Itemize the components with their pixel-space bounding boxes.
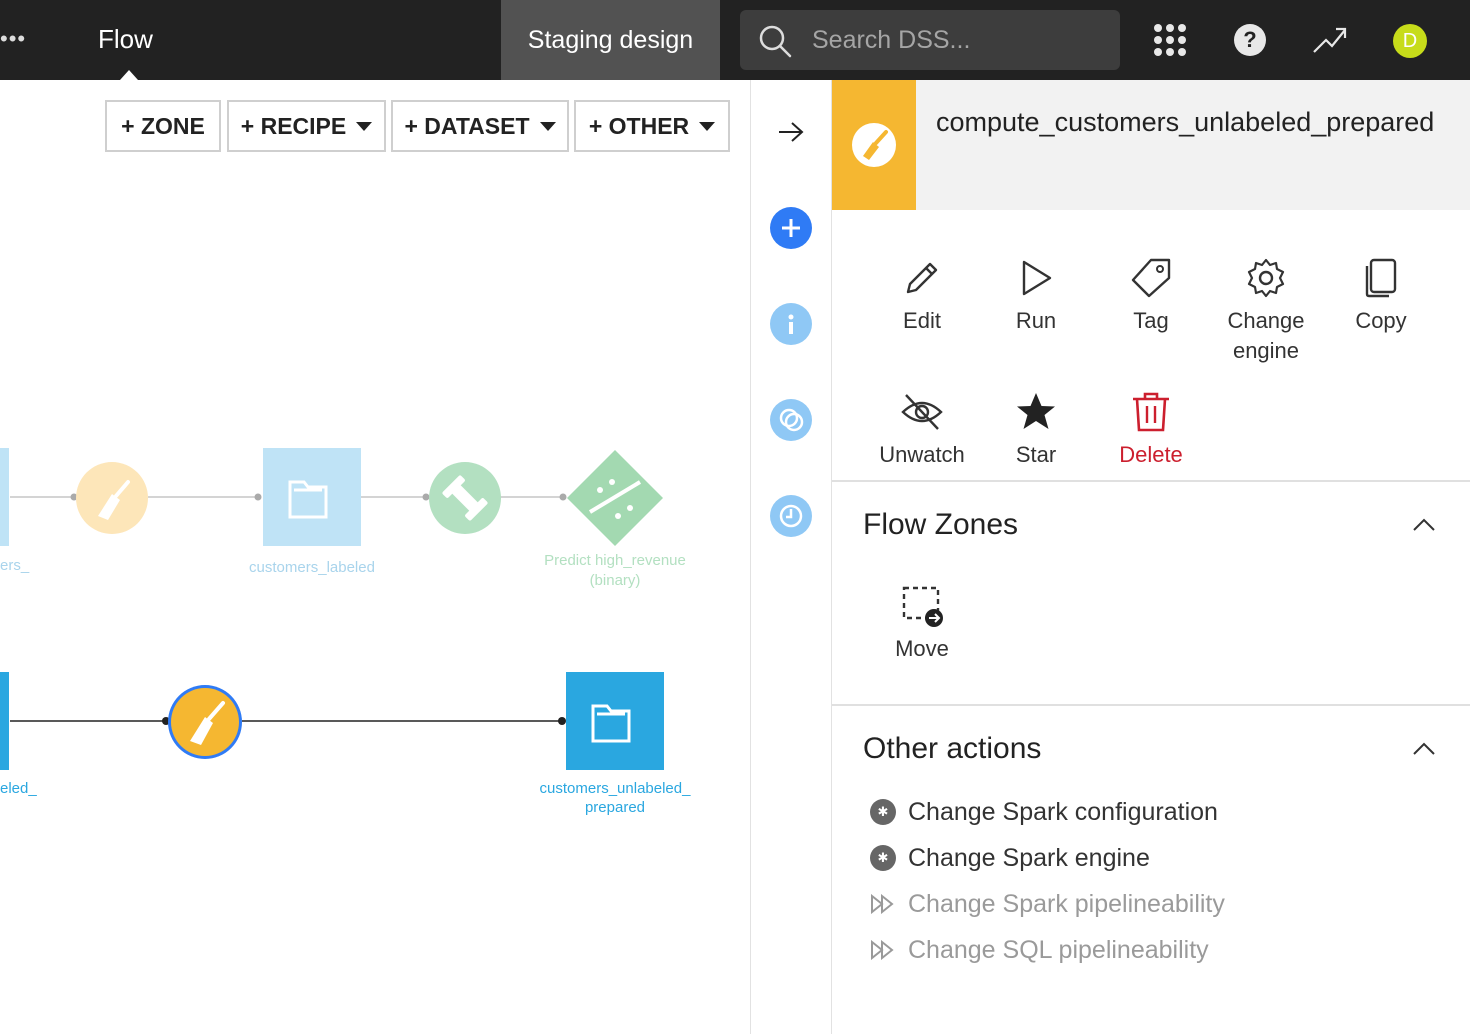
unwatch-action-button[interactable]: Unwatch (867, 390, 977, 470)
eye-off-icon (901, 394, 943, 430)
recipe-type-tile (832, 80, 916, 210)
tag-action-button[interactable]: Tag (1096, 256, 1206, 336)
move-label: Move (895, 636, 949, 661)
user-avatar[interactable]: D (1393, 24, 1427, 58)
change-spark-configuration-label: Change Spark configuration (908, 797, 1218, 826)
help-icon[interactable]: ? (1234, 24, 1266, 56)
flow-canvas[interactable]: + ZONE + RECIPE + DATASET + OTHER ers_ c… (0, 80, 750, 1034)
train-recipe-node[interactable] (429, 462, 501, 534)
trash-icon (1133, 392, 1169, 432)
section-divider (832, 704, 1470, 706)
add-icon[interactable] (770, 207, 812, 249)
change-spark-engine-label: Change Spark engine (908, 843, 1150, 872)
top-navigation-bar: ••• Flow Staging design ? D (0, 0, 1470, 80)
chevron-up-icon[interactable] (1412, 516, 1436, 532)
chevron-up-icon[interactable] (1412, 740, 1436, 756)
recipe-details-panel: compute_customers_unlabeled_prepared Edi… (832, 80, 1470, 1034)
flow-zones-heading: Flow Zones (863, 508, 1019, 541)
apps-grid-icon[interactable] (1153, 23, 1187, 57)
recipe-name-title: compute_customers_unlabeled_prepared (936, 107, 1435, 137)
change-sql-pipelineability-item: Change SQL pipelineability (870, 935, 1209, 965)
change-engine-action-label: Change engine (1227, 308, 1305, 363)
unlabeled-prepared-label-line2: prepared (584, 799, 646, 816)
discussions-icon[interactable] (770, 399, 812, 441)
selected-prepare-recipe-node[interactable] (168, 685, 242, 759)
move-to-zone-icon (902, 586, 943, 627)
star-action-button[interactable]: Star (981, 390, 1091, 470)
change-spark-engine-item[interactable]: ✱ Change Spark engine (870, 843, 1150, 873)
run-action-button[interactable]: Run (981, 256, 1091, 336)
play-icon (1022, 260, 1052, 296)
edit-action-label: Edit (903, 308, 941, 333)
customers-labeled-dataset-node[interactable] (263, 448, 361, 546)
fast-forward-icon (871, 940, 894, 960)
collapse-arrow-icon[interactable] (777, 120, 805, 144)
spark-icon: ✱ (870, 799, 896, 825)
active-tab-indicator (120, 70, 138, 80)
search-input[interactable] (812, 24, 1102, 56)
customers-labeled-label: customers_labeled (249, 559, 375, 576)
delete-action-label: Delete (1119, 442, 1183, 467)
delete-action-button[interactable]: Delete (1096, 390, 1206, 470)
predict-model-label-line1: Predict high_revenue (544, 552, 686, 569)
move-zone-button[interactable]: Move (867, 584, 977, 664)
faded-dataset-node-left[interactable] (0, 448, 9, 546)
panel-header: compute_customers_unlabeled_prepared (832, 80, 1470, 210)
unwatch-action-label: Unwatch (879, 442, 965, 467)
change-spark-pipelineability-item: Change Spark pipelineability (870, 889, 1225, 919)
trend-icon[interactable] (1312, 24, 1348, 56)
unlabeled-prepared-label-line1: customers_unlabeled_ (539, 780, 691, 797)
faded-left-node-label: ers_ (0, 557, 30, 574)
faded-prepare-recipe-node[interactable] (76, 462, 148, 534)
edit-action-button[interactable]: Edit (867, 256, 977, 336)
project-name-button[interactable]: Staging design (501, 0, 720, 80)
app-menu-dots[interactable]: ••• (0, 26, 26, 52)
spark-icon: ✱ (870, 845, 896, 871)
tag-action-label: Tag (1133, 308, 1169, 333)
search-icon (759, 25, 792, 58)
tag-icon (1131, 258, 1171, 298)
copy-action-button[interactable]: Copy (1326, 256, 1436, 336)
global-search-box[interactable] (740, 10, 1120, 70)
star-action-label: Star (1015, 442, 1057, 467)
run-action-label: Run (1015, 308, 1057, 333)
info-icon[interactable] (770, 303, 812, 345)
active-dataset-node-left[interactable] (0, 672, 9, 770)
history-icon[interactable] (770, 495, 812, 537)
section-divider (832, 480, 1470, 482)
pencil-icon (906, 262, 938, 294)
change-spark-pipelineability-label: Change Spark pipelineability (908, 889, 1225, 918)
change-engine-action-button[interactable]: Change engine (1211, 256, 1321, 366)
broom-icon (852, 123, 896, 167)
change-spark-configuration-item[interactable]: ✱ Change Spark configuration (870, 797, 1218, 827)
customers-unlabeled-prepared-dataset-node[interactable] (566, 672, 664, 770)
other-actions-heading: Other actions (863, 732, 1042, 765)
fast-forward-icon (871, 894, 894, 914)
right-panel-rail (750, 80, 832, 1034)
gear-icon (1247, 258, 1285, 298)
active-left-node-label: eled_ (0, 780, 37, 797)
star-icon (1017, 393, 1055, 429)
predict-model-label-line2: (binary) (589, 572, 641, 589)
model-node[interactable] (567, 450, 663, 546)
copy-action-label: Copy (1355, 308, 1407, 333)
flow-nav-tab[interactable]: Flow (98, 24, 153, 55)
change-sql-pipelineability-label: Change SQL pipelineability (908, 935, 1209, 964)
copy-icon (1365, 258, 1397, 298)
